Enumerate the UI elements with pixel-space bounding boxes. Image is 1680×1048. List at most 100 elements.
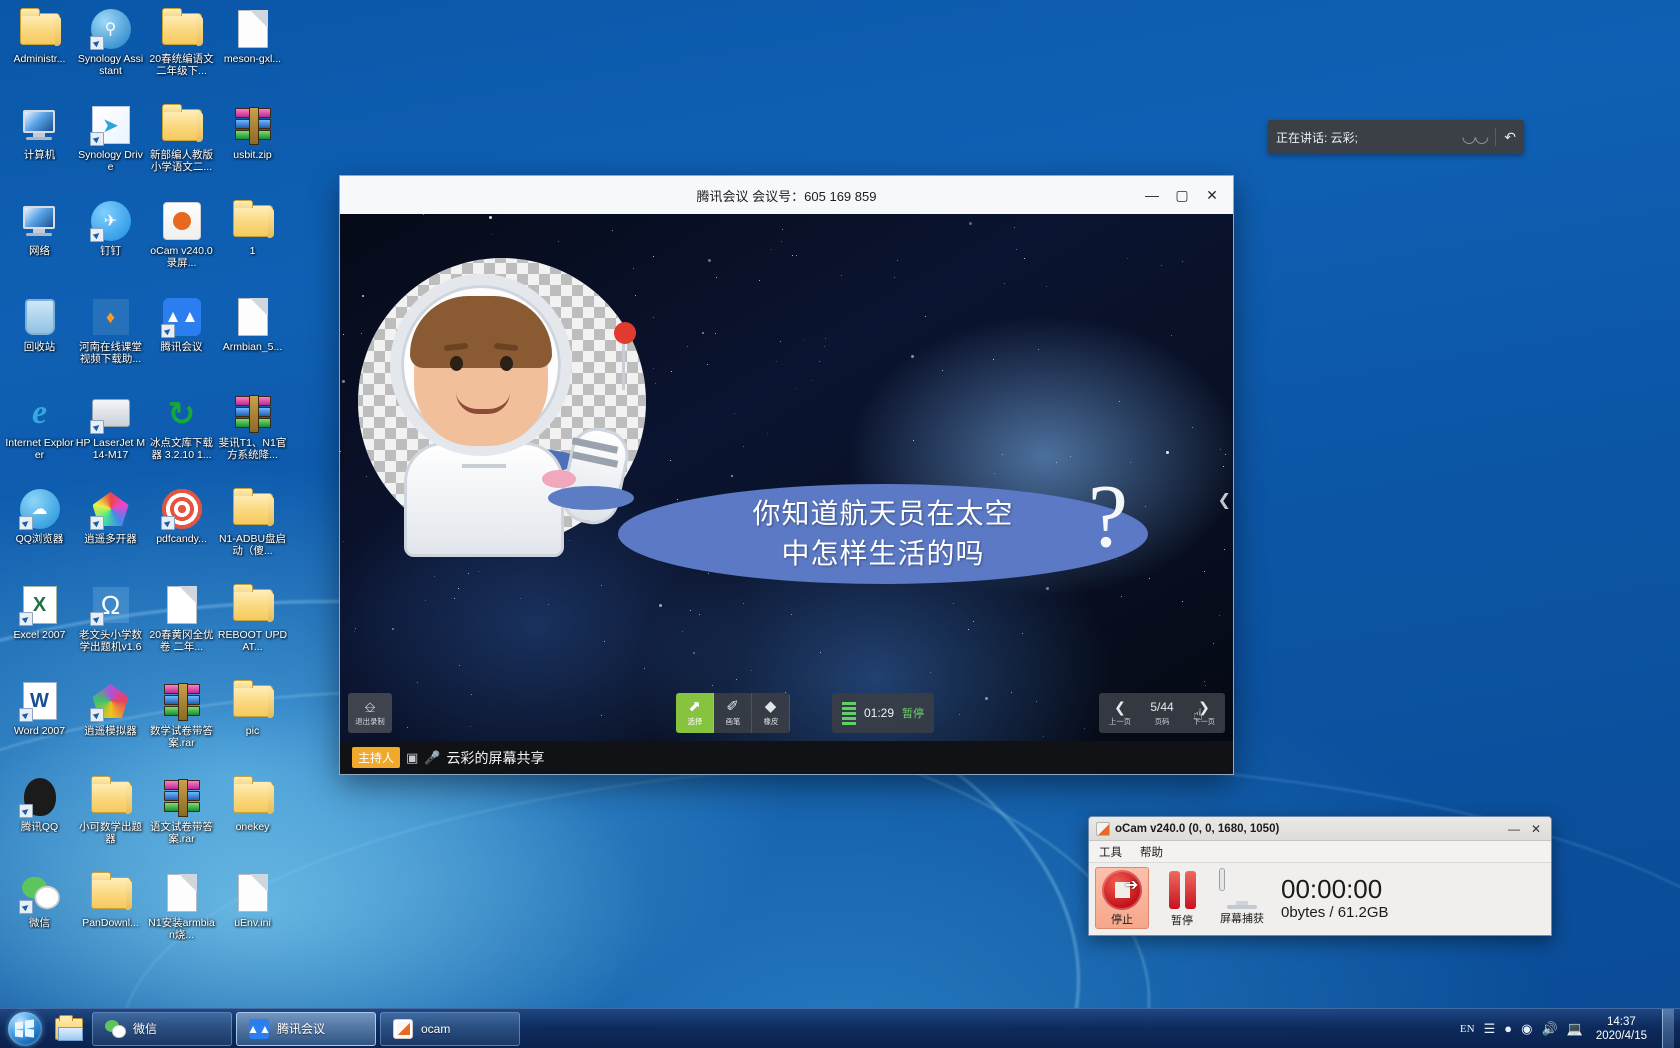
desktop-icon[interactable]: ➤ Synology Drive [75,100,146,196]
shared-slide-stage[interactable]: 你知道航天员在太空 中怎样生活的吗 ? ⎒ 退出录制 ⬈ 选择 ✐ 画笔 ◆ 橡皮 01:… [340,214,1233,741]
desktop-icon[interactable]: REBOOT UPDAT... [217,580,288,676]
exit-share-button[interactable]: ⎒ 退出录制 [348,693,392,733]
return-arrow-icon[interactable]: ↶ [1504,129,1516,146]
desktop-icon[interactable]: Administr... [4,4,75,100]
close-button[interactable]: ✕ [1197,181,1227,209]
desktop-icon[interactable]: 20春统编语文二年级下... [146,4,217,100]
desktop-icon[interactable]: 数学试卷带答案.rar [146,676,217,772]
recording-timer[interactable]: 01:29 暂停 [832,693,935,733]
desktop-icon[interactable]: 逍遥模拟器 [75,676,146,772]
desktop-icon[interactable]: PanDownl... [75,868,146,964]
show-hidden-icons-button[interactable]: ☰ [1484,1021,1496,1037]
desktop-icon[interactable]: meson-gxl... [217,4,288,100]
pause-record-button[interactable]: 暂停 [1155,869,1209,928]
desktop-icon[interactable]: Armbian_5... [217,292,288,388]
desktop-icon[interactable]: 斐讯T1、N1官方系统降... [217,388,288,484]
desktop-icon[interactable]: N1安装armbian烧... [146,868,217,964]
show-desktop-button[interactable] [1662,1008,1674,1048]
desktop-icon[interactable]: 计算机 [4,100,75,196]
ocam-close-button[interactable]: ✕ [1525,820,1547,838]
desktop-icon[interactable]: X Excel 2007 [4,580,75,676]
ocam-window[interactable]: oCam v240.0 (0, 0, 1680, 1050) — ✕ 工具 帮助… [1088,816,1552,936]
desktop-icon[interactable]: 腾讯QQ [4,772,75,868]
wechat-tray-icon[interactable]: ● [1504,1021,1512,1036]
tool-eraser-button[interactable]: ◆ 橡皮 [752,693,790,733]
folder-icon [232,584,274,626]
desktop-icon[interactable]: ♦ 河南在线课堂视频下载助... [75,292,146,388]
desktop-icon[interactable]: 新部编人教版小学语文二... [146,100,217,196]
desktop-icon[interactable]: ▲▲ 腾讯会议 [146,292,217,388]
desktop-icon[interactable]: ✈ 钉钉 [75,196,146,292]
screen-capture-button[interactable]: 屏幕捕获 [1215,868,1269,926]
desktop-icon[interactable]: HP LaserJet M14-M17 [75,388,146,484]
desktop-icon[interactable]: 1 [217,196,288,292]
desktop-icon-label: Synology Assistant [77,53,144,77]
meeting-titlebar[interactable]: 腾讯会议 会议号：605 169 859 — ▢ ✕ [340,176,1233,214]
taskbar-item-wechat[interactable]: 微信 [92,1011,232,1046]
stop-record-button[interactable]: 停止 [1095,867,1149,929]
desktop-icon[interactable]: uEnv.ini [217,868,288,964]
app-colorful-icon [89,488,132,530]
desktop-icon[interactable]: ⚲ Synology Assistant [75,4,146,100]
tool-pen-button[interactable]: ✐ 画笔 [714,693,752,733]
taskbar[interactable]: 微信 ▲▲ 腾讯会议 ocam EN ☰ ● ◉ 🔊 💻 14:37 2020/4/1… [0,1008,1680,1048]
window-controls: — ▢ ✕ [1137,176,1227,214]
star [1045,587,1049,590]
desktop-icon[interactable]: ↻ 冰点文库下载器 3.2.10 1... [146,388,217,484]
desktop-icon[interactable]: 20春黄冈全优卷 二年... [146,580,217,676]
prev-page-button[interactable]: ❮ 上一页 [1099,693,1141,733]
star [423,214,425,216]
language-indicator[interactable]: EN [1460,1023,1475,1035]
ocam-menubar[interactable]: 工具 帮助 [1089,841,1551,863]
desktop-icon[interactable]: pdfcandy... [146,484,217,580]
desktop-icon[interactable]: 网络 [4,196,75,292]
active-speaker-float[interactable]: 正在讲话: 云彩; ◡◡ ↶ [1268,120,1524,154]
menu-item-help[interactable]: 帮助 [1140,844,1163,860]
desktop-icon[interactable]: 小可数学出题器 [75,772,146,868]
desktop-icon[interactable]: N1-ADBU盘启动（傻... [217,484,288,580]
desktop-icon[interactable]: 语文试卷带答案.rar [146,772,217,868]
minimize-button[interactable]: — [1137,181,1167,209]
desktop-icon[interactable]: pic [217,676,288,772]
desktop-icon[interactable]: e Internet Explorer [4,388,75,484]
maximize-button[interactable]: ▢ [1167,181,1197,209]
tool-cursor-arrow-button[interactable]: ⬈ 选择 [676,693,714,733]
annotation-toolbar[interactable]: ⬈ 选择 ✐ 画笔 ◆ 橡皮 [676,693,790,733]
desktop-icon[interactable]: onekey [217,772,288,868]
star [819,361,821,363]
ocam-titlebar[interactable]: oCam v240.0 (0, 0, 1680, 1050) — ✕ [1089,817,1551,841]
desktop-icon[interactable]: Ω 老文头小学数学出题机v1.6 [75,580,146,676]
ocam-minimize-button[interactable]: — [1503,820,1525,838]
collapse-panel-button[interactable]: ❮ [1218,490,1231,510]
timer-state-label[interactable]: 暂停 [902,705,924,721]
desktop-icon-label: Internet Explorer [5,437,74,461]
desktop-icon[interactable]: 逍遥多开器 [75,484,146,580]
desktop-icon[interactable]: oCam v240.0录屏... [146,196,217,292]
tencent-meeting-window[interactable]: 腾讯会议 会议号：605 169 859 — ▢ ✕ 你知道航天员在太空 中怎样… [340,176,1233,774]
computer-icon [19,104,61,146]
desktop-icon[interactable]: 微信 [4,868,75,964]
camera-off-icon[interactable]: ▣ [406,750,418,766]
quicklaunch-file-explorer[interactable] [50,1012,88,1046]
start-button[interactable] [0,1010,50,1048]
taskbar-item-tencent-meeting[interactable]: ▲▲ 腾讯会议 [236,1011,376,1046]
microphone-icon[interactable]: 🎤 [424,750,440,766]
desktop-icon-grid: Administr... ⚲ Synology Assistant 20春统编语文二年… [4,4,288,964]
timer-value: 01:29 [864,706,895,720]
menu-item-tools[interactable]: 工具 [1099,844,1122,860]
network-icon[interactable]: 💻 [1567,1021,1583,1037]
star [682,630,684,632]
volume-icon[interactable]: 🔊 [1541,1021,1557,1037]
clock[interactable]: 14:37 2020/4/15 [1596,1015,1647,1043]
star [707,259,711,263]
desktop-icon[interactable]: 回收站 [4,292,75,388]
desktop-icon[interactable]: usbit.zip [217,100,288,196]
desktop-icon[interactable]: W Word 2007 [4,676,75,772]
ocam-tray-icon[interactable]: ◉ [1521,1021,1532,1037]
desktop-background[interactable]: Administr... ⚲ Synology Assistant 20春统编语文二年… [0,0,1680,1048]
desktop-icon[interactable]: ☁ QQ浏览器 [4,484,75,580]
app-qq-icon [18,776,61,818]
taskbar-item-ocam[interactable]: ocam [380,1011,520,1046]
star [1182,261,1184,263]
star [1035,701,1037,703]
